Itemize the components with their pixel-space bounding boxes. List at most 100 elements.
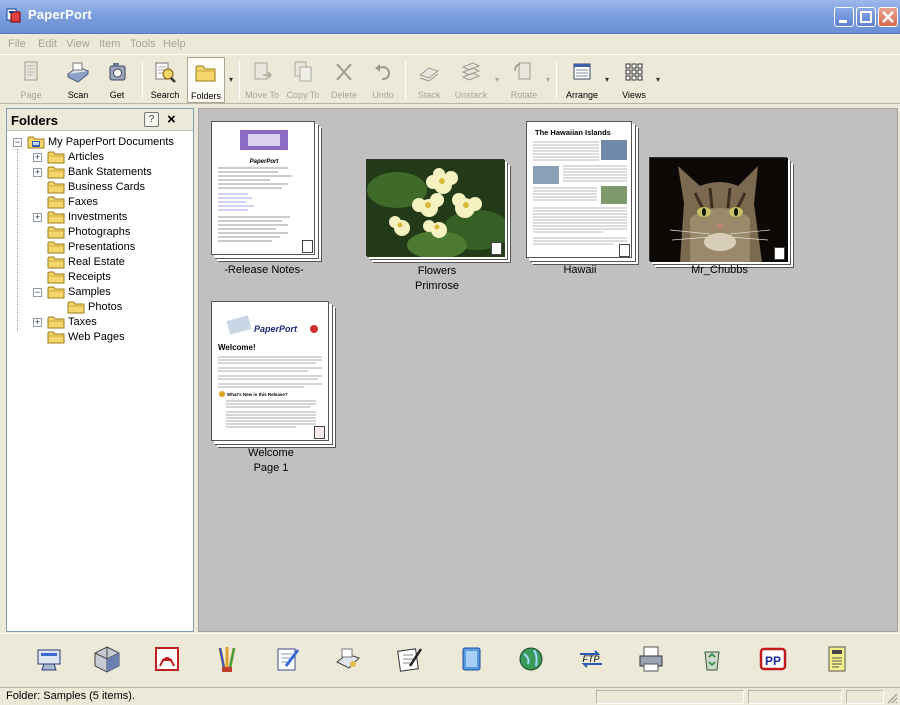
release-notes-page-preview: PaperPort	[218, 130, 292, 242]
search-button[interactable]: Search	[148, 57, 182, 103]
move-to-icon	[254, 62, 273, 80]
camera-icon	[109, 63, 126, 81]
notebook-app-icon[interactable]	[456, 644, 486, 674]
minimize-button[interactable]	[834, 7, 854, 27]
printer-app-icon[interactable]	[636, 644, 666, 674]
welcome-page-logo: PaperPort	[254, 324, 298, 334]
item-caption-line2: Page 1	[253, 462, 289, 474]
collapse-icon[interactable]: −	[33, 288, 42, 297]
photo-thumbnail[interactable]	[649, 157, 788, 262]
brushes-app-icon[interactable]	[212, 644, 242, 674]
window-title: PaperPort	[28, 7, 92, 22]
stack-icon	[418, 67, 440, 82]
tree-item-label: Real Estate	[68, 256, 125, 268]
item-release-notes[interactable]: PaperPort -Release Notes-	[209, 121, 339, 281]
delete-button[interactable]: Delete	[326, 57, 362, 103]
paperport-app-icon[interactable]	[6, 7, 22, 23]
close-button[interactable]	[878, 7, 898, 27]
copy-to-button[interactable]: Copy To	[284, 57, 322, 103]
folders-dropdown-icon[interactable]: ▾	[229, 75, 233, 84]
item-welcome[interactable]: PaperPort Welcome! What's New in this Re…	[209, 301, 339, 481]
move-to-button[interactable]: Move To	[243, 57, 281, 103]
menu-help[interactable]: Help	[163, 38, 186, 50]
menu-tools[interactable]: Tools	[130, 38, 156, 50]
document-thumbnail[interactable]: The Hawaiian Islands	[526, 121, 632, 258]
page-button[interactable]: Page	[14, 57, 48, 103]
document-app-icon[interactable]	[822, 644, 852, 674]
help-icon[interactable]: ?	[144, 112, 159, 127]
recycle-app-icon[interactable]	[697, 644, 727, 674]
menu-item[interactable]: Item	[99, 38, 120, 50]
item-hawaii[interactable]: The Hawaiian Islands Hawaii	[524, 121, 636, 281]
status-cell	[748, 690, 842, 704]
folders-button[interactable]: Folders	[187, 57, 225, 103]
rotate-icon	[514, 62, 531, 80]
item-caption-line1: Flowers	[417, 265, 457, 277]
undo-button[interactable]: Undo	[366, 57, 400, 103]
menu-file[interactable]: File	[8, 38, 26, 50]
cube-app-icon[interactable]	[92, 644, 122, 674]
web-globe-icon[interactable]	[516, 644, 546, 674]
maximize-button[interactable]	[856, 7, 876, 27]
resize-grip-icon[interactable]	[886, 692, 898, 704]
folder-icon	[47, 285, 65, 299]
item-flowers[interactable]: Flowers Primrose	[364, 159, 511, 294]
arrange-button[interactable]: Arrange	[562, 57, 602, 103]
search-icon	[155, 62, 176, 83]
folder-icon	[47, 180, 65, 194]
folder-icon	[47, 270, 65, 284]
menu-view[interactable]: View	[66, 38, 90, 50]
notepad-app-icon[interactable]	[272, 644, 302, 674]
page-icon	[24, 61, 38, 81]
rotate-button[interactable]: Rotate	[505, 57, 543, 103]
expand-icon[interactable]: +	[33, 168, 42, 177]
photo-thumbnail[interactable]	[366, 159, 511, 259]
unstack-dropdown-icon[interactable]: ▾	[495, 75, 499, 84]
send-to-bar: FTP PP	[0, 633, 900, 685]
menu-edit[interactable]: Edit	[38, 38, 57, 50]
scan-button[interactable]: Scan	[60, 57, 96, 103]
status-cell	[596, 690, 744, 704]
folders-pane-title: Folders	[11, 113, 58, 128]
folders-pane-header: Folders ? ×	[7, 109, 193, 131]
ftp-app-icon[interactable]: FTP	[576, 644, 606, 674]
views-dropdown-icon[interactable]: ▾	[656, 75, 660, 84]
maximize-icon	[860, 11, 872, 23]
collapse-icon[interactable]: −	[13, 138, 22, 147]
tree-item-label: Samples	[68, 286, 111, 298]
views-button[interactable]: Views	[616, 57, 652, 103]
item-caption-line2: Primrose	[414, 280, 459, 292]
scanner-settings-icon[interactable]	[34, 644, 64, 674]
release-notes-page-heading: PaperPort	[250, 159, 280, 165]
writer-app-icon[interactable]	[394, 644, 424, 674]
welcome-page-preview: PaperPort Welcome! What's New in this Re…	[218, 315, 322, 428]
expand-icon[interactable]: +	[33, 153, 42, 162]
imaging-app-icon[interactable]	[333, 644, 363, 674]
tree-item-label: Photographs	[68, 226, 131, 238]
close-pane-icon[interactable]: ×	[167, 111, 176, 128]
folder-icon	[195, 65, 216, 82]
arrange-dropdown-icon[interactable]: ▾	[605, 75, 609, 84]
document-thumbnail[interactable]: PaperPort Welcome! What's New in this Re…	[211, 301, 329, 441]
status-bar: Folder: Samples (5 items).	[0, 687, 900, 705]
folder-icon	[47, 255, 65, 269]
pp-app-icon[interactable]: PP	[758, 644, 788, 674]
pdf-app-icon[interactable]	[152, 644, 182, 674]
item-mr-chubbs[interactable]: Mr_Chubbs	[647, 157, 792, 282]
stack-button[interactable]: Stack	[411, 57, 447, 103]
hawaii-page-preview: The Hawaiian Islands	[533, 128, 627, 245]
arrange-icon	[573, 63, 591, 80]
delete-icon	[336, 63, 352, 81]
expand-icon[interactable]: +	[33, 213, 42, 222]
item-view[interactable]: PaperPort -Release Notes- Flowers Primro…	[198, 108, 898, 632]
get-button[interactable]: Get	[100, 57, 134, 103]
tree-item-label: My PaperPort Documents	[48, 136, 174, 148]
unstack-button[interactable]: Unstack	[450, 57, 492, 103]
expand-icon[interactable]: +	[33, 318, 42, 327]
folder-icon	[47, 225, 65, 239]
rotate-dropdown-icon[interactable]: ▾	[546, 75, 550, 84]
title-bar: PaperPort	[0, 0, 900, 34]
toolbar-separator	[142, 61, 143, 99]
folder-icon	[47, 240, 65, 254]
document-thumbnail[interactable]: PaperPort	[211, 121, 315, 255]
